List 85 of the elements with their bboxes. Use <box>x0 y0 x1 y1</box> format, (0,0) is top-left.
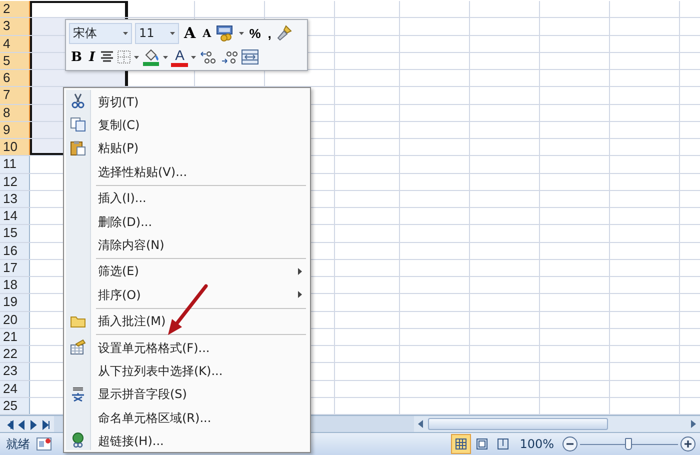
menu-item[interactable]: 粘贴(P) <box>66 136 308 160</box>
row-header[interactable]: 20 <box>0 312 30 328</box>
dropdown-arrow-icon[interactable] <box>239 32 244 34</box>
menu-item[interactable]: 命名单元格区域(R)... <box>66 406 308 430</box>
menu-item[interactable]: 显示拼音字段(S) <box>66 382 308 406</box>
font-name: 宋体 <box>73 25 97 42</box>
sheet-nav-icon[interactable] <box>40 419 50 430</box>
format-button[interactable]: % <box>247 22 263 44</box>
dropdown-arrow-icon <box>170 32 175 34</box>
align-center-icon[interactable] <box>100 50 114 64</box>
row-header[interactable]: 8 <box>0 104 30 121</box>
row-header[interactable]: 23 <box>0 363 30 380</box>
format-painter-icon[interactable] <box>276 24 294 42</box>
row-header[interactable]: 11 <box>0 156 30 172</box>
row-header[interactable]: 22 <box>0 346 30 362</box>
menu-item[interactable]: 超链接(H)... <box>66 429 308 453</box>
view-button[interactable] <box>450 434 471 454</box>
status-text: 就绪 <box>5 436 31 453</box>
font-size: 11 <box>139 25 154 42</box>
phonetic-icon <box>70 386 86 402</box>
row-header[interactable]: 5 <box>0 52 30 69</box>
row-header[interactable]: 24 <box>0 380 30 397</box>
paste-icon <box>70 140 86 156</box>
zoom-slider-thumb[interactable] <box>625 438 632 450</box>
submenu-arrow-icon <box>298 291 302 298</box>
scroll-left-icon[interactable] <box>417 419 425 429</box>
menu-item[interactable]: 删除(D)... <box>66 210 308 234</box>
increase-decimal-icon[interactable] <box>199 49 218 65</box>
scroll-thumb[interactable] <box>428 418 608 430</box>
macro-record-icon[interactable] <box>36 437 52 451</box>
scroll-right-icon[interactable] <box>689 419 697 429</box>
decrease-decimal-icon[interactable] <box>220 49 238 65</box>
shrink-font-button[interactable]: A <box>200 22 214 44</box>
scissors-icon <box>70 93 86 109</box>
row-header[interactable]: 7 <box>0 87 30 104</box>
dropdown-arrow-icon[interactable] <box>191 56 196 58</box>
format-cells-icon <box>70 338 86 355</box>
table-cell[interactable] <box>30 70 128 86</box>
row-header[interactable]: 3 <box>0 18 30 34</box>
format-button[interactable]: , <box>266 22 274 44</box>
zoom-level[interactable]: 100% <box>520 435 554 453</box>
dropdown-arrow-icon[interactable] <box>134 56 140 58</box>
row-header[interactable]: 21 <box>0 328 30 345</box>
normal-view-icon <box>452 436 469 452</box>
grow-font-button[interactable]: A <box>182 22 198 44</box>
row-header[interactable]: 2 <box>0 1 30 18</box>
row-header[interactable]: 9 <box>0 122 30 138</box>
font-name-field[interactable]: 宋体 <box>69 22 132 44</box>
page-break-icon <box>494 436 511 452</box>
menu-item[interactable]: 剪切(T) <box>66 90 308 114</box>
bold-button[interactable]: B <box>69 46 84 68</box>
dropdown-arrow-icon[interactable] <box>163 56 168 58</box>
row-header[interactable]: 18 <box>0 277 30 294</box>
row-header[interactable]: 10 <box>0 139 30 156</box>
menu-item[interactable]: 从下拉列表中选择(K)... <box>66 359 308 383</box>
zoom-in-icon[interactable] <box>680 436 696 452</box>
dropdown-arrow-icon <box>123 32 128 34</box>
merge-center-icon[interactable] <box>241 49 260 65</box>
table-cell[interactable] <box>30 1 128 18</box>
sheet-nav-icon[interactable] <box>28 419 38 430</box>
row-header[interactable]: 4 <box>0 36 30 52</box>
menu-item[interactable]: 插入(I)... <box>66 186 308 210</box>
row-header[interactable]: 14 <box>0 208 30 224</box>
row-header[interactable]: 12 <box>0 174 30 190</box>
row-header[interactable]: 6 <box>0 70 30 86</box>
horizontal-scrollbar[interactable] <box>414 416 700 432</box>
row-header[interactable]: 15 <box>0 225 30 242</box>
row-header[interactable]: 25 <box>0 398 30 414</box>
menu-item[interactable]: 筛选(E) <box>66 260 308 284</box>
row-header[interactable]: 13 <box>0 190 30 207</box>
font-size-field[interactable]: 11 <box>135 22 179 44</box>
font-color-button[interactable]: A <box>171 48 188 66</box>
menu-item[interactable]: 设置单元格格式(F)... <box>66 336 308 360</box>
row-header[interactable]: 16 <box>0 242 30 259</box>
fill-color-icon[interactable] <box>142 48 160 66</box>
zoom-out-icon[interactable] <box>562 436 578 452</box>
menu-item[interactable]: 复制(C) <box>66 113 308 137</box>
sheet-nav-icon[interactable] <box>16 419 26 430</box>
globe-link-icon <box>70 432 86 448</box>
page-layout-icon <box>474 436 490 452</box>
copy-icon <box>70 116 86 132</box>
submenu-arrow-icon <box>298 268 302 275</box>
row-header[interactable]: 17 <box>0 260 30 276</box>
row-header[interactable]: 19 <box>0 294 30 310</box>
italic-button[interactable]: I <box>87 46 98 68</box>
